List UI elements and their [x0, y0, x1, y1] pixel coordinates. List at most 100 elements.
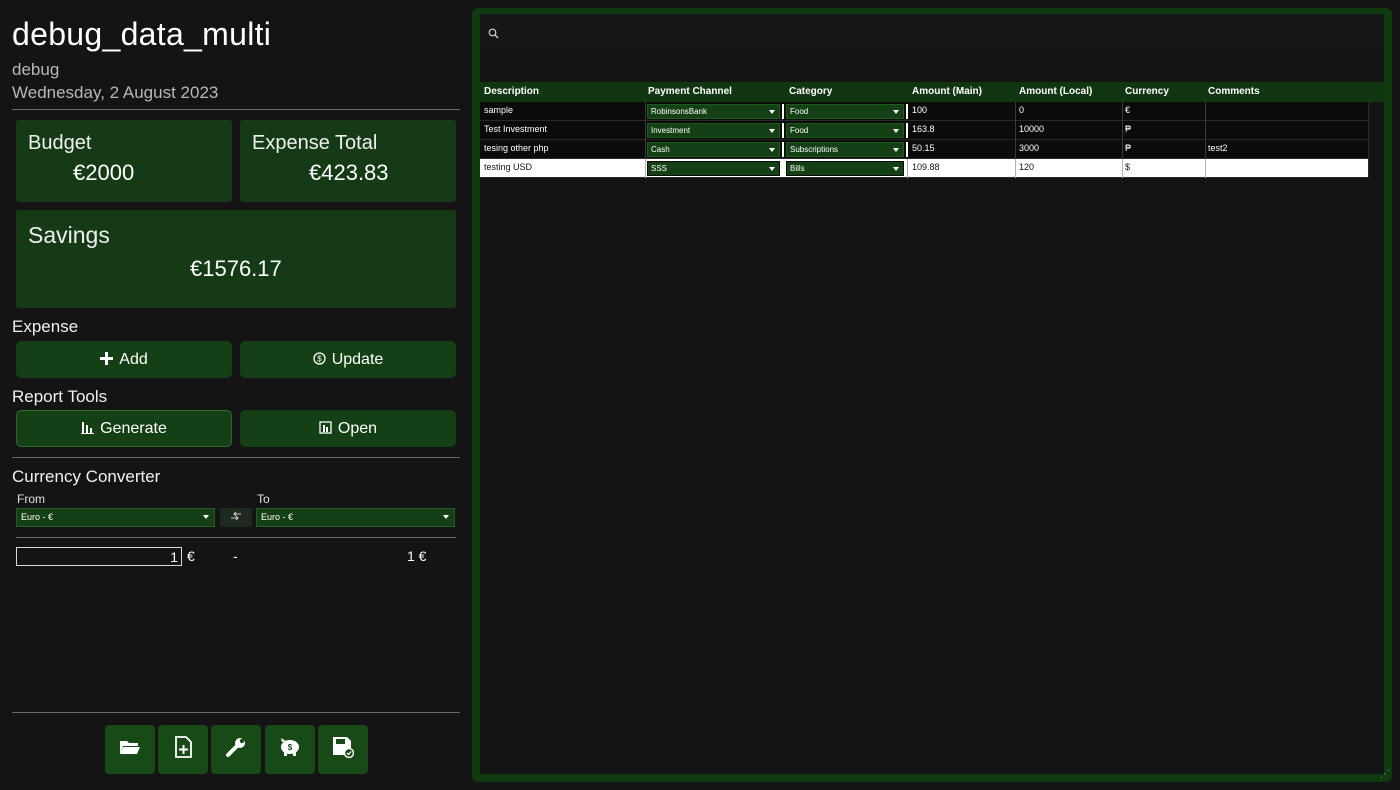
currency-cell[interactable]: € — [1125, 105, 1130, 115]
to-currency-select[interactable]: Euro - € — [256, 508, 455, 527]
open-report-button[interactable]: Open — [240, 410, 456, 447]
search-icon — [488, 26, 499, 44]
search-bar[interactable] — [480, 14, 1384, 54]
amount-main-cell[interactable]: 100 — [912, 105, 927, 115]
resize-grip-icon[interactable]: ⋰ — [1380, 769, 1390, 780]
amount-main-cell[interactable]: 50.15 — [912, 143, 935, 153]
generate-report-button[interactable]: Generate — [16, 410, 232, 447]
chevron-down-icon — [769, 129, 775, 133]
column-header-category[interactable]: Category — [789, 86, 832, 97]
column-header-amount-main[interactable]: Amount (Main) — [912, 86, 982, 97]
divider — [12, 457, 460, 458]
payment-channel-select[interactable]: Investment — [647, 123, 780, 138]
chevron-down-icon — [893, 129, 899, 133]
add-button-label: Add — [119, 350, 148, 368]
plus-icon — [100, 351, 114, 368]
amount-local-cell[interactable]: 3000 — [1019, 143, 1039, 153]
settings-button[interactable] — [211, 725, 261, 774]
save-button[interactable] — [318, 725, 368, 774]
divider — [12, 712, 460, 713]
dollar-circle-icon: $ — [313, 351, 326, 368]
chart-icon — [319, 420, 332, 437]
expenses-panel: Description Payment Channel Category Amo… — [472, 8, 1392, 782]
table-row[interactable]: Test Investment Investment Food 163.8 10… — [480, 121, 1368, 140]
open-button-label: Open — [337, 419, 378, 437]
payment-channel-value: Investment — [651, 126, 691, 135]
budget-value: €2000 — [73, 160, 135, 185]
from-label: From — [17, 492, 45, 506]
amount-local-cell[interactable]: 10000 — [1019, 124, 1044, 134]
amount-local-cell[interactable]: 0 — [1019, 105, 1024, 115]
savings-button[interactable]: $ — [265, 725, 315, 774]
divider — [12, 109, 460, 110]
table-header: Description Payment Channel Category Amo… — [480, 82, 1384, 102]
chart-icon — [81, 421, 95, 437]
column-header-payment-channel[interactable]: Payment Channel — [648, 86, 732, 97]
chevron-down-icon — [203, 515, 209, 519]
table-row[interactable]: tesing other php Cash Subscriptions 50.1… — [480, 140, 1368, 159]
left-panel: debug_data_multi debug Wednesday, 2 Augu… — [0, 0, 470, 790]
payment-channel-select[interactable]: RobinsonsBank — [647, 104, 780, 119]
svg-text:$: $ — [317, 354, 322, 363]
description-cell[interactable]: tesing other php — [484, 143, 549, 153]
amount-input[interactable] — [16, 547, 182, 566]
new-file-button[interactable] — [158, 725, 208, 774]
to-currency-value: Euro - € — [261, 512, 294, 522]
savings-value: €1576.17 — [190, 256, 282, 281]
comments-cell[interactable]: test2 — [1208, 143, 1228, 153]
add-expense-button[interactable]: Add — [16, 341, 232, 378]
amount-main-cell[interactable]: 109.88 — [912, 162, 940, 172]
chevron-down-icon — [443, 515, 449, 519]
category-value: Food — [790, 126, 809, 135]
input-currency-symbol: € — [187, 548, 195, 564]
chevron-down-icon — [893, 148, 899, 152]
amount-local-cell[interactable]: 120 — [1019, 162, 1034, 172]
save-icon — [332, 736, 355, 763]
payment-channel-select[interactable]: Cash — [647, 142, 780, 157]
from-currency-select[interactable]: Euro - € — [16, 508, 215, 527]
report-tools-label: Report Tools — [12, 387, 108, 406]
category-select[interactable]: Subscriptions — [786, 142, 904, 157]
expense-total-label: Expense Total — [252, 132, 378, 154]
category-value: Bills — [790, 164, 805, 173]
new-file-icon — [174, 736, 192, 763]
chevron-down-icon — [769, 167, 775, 171]
update-button-label: Update — [331, 350, 384, 368]
swap-icon — [230, 511, 242, 524]
current-date: Wednesday, 2 August 2023 — [12, 83, 219, 102]
amount-main-cell[interactable]: 163.8 — [912, 124, 935, 134]
open-file-button[interactable] — [105, 725, 155, 774]
column-header-amount-local[interactable]: Amount (Local) — [1019, 86, 1092, 97]
description-cell[interactable]: testing USD — [484, 162, 532, 172]
currency-converter-label: Currency Converter — [12, 467, 161, 486]
category-select[interactable]: Food — [786, 123, 904, 138]
expense-section-label: Expense — [12, 317, 79, 336]
column-header-description[interactable]: Description — [484, 86, 539, 97]
description-cell[interactable]: Test Investment — [484, 124, 547, 134]
chevron-down-icon — [769, 148, 775, 152]
currency-cell[interactable]: ₱ — [1125, 124, 1131, 134]
swap-currency-button[interactable] — [220, 508, 252, 527]
svg-text:$: $ — [288, 743, 293, 752]
column-header-comments[interactable]: Comments — [1208, 86, 1260, 97]
currency-cell[interactable]: $ — [1125, 162, 1130, 172]
generate-button-label: Generate — [100, 419, 167, 437]
budget-label: Budget — [28, 132, 92, 154]
column-header-currency[interactable]: Currency — [1125, 86, 1169, 97]
payment-channel-value: SSS — [651, 164, 668, 173]
description-cell[interactable]: sample — [484, 105, 513, 115]
folder-open-icon — [119, 738, 141, 761]
currency-cell[interactable]: ₱ — [1125, 143, 1131, 153]
table-row-selected[interactable]: testing USD SSS Bills 109.88 120 $ — [480, 159, 1368, 178]
update-expense-button[interactable]: $ Update — [240, 341, 456, 378]
payment-channel-select[interactable]: SSS — [647, 161, 780, 176]
grid-edge — [1368, 102, 1369, 178]
category-value: Food — [790, 107, 809, 116]
chevron-down-icon — [893, 110, 899, 114]
table-row[interactable]: sample RobinsonsBank Food 100 0 € — [480, 102, 1368, 121]
category-select[interactable]: Bills — [786, 161, 904, 176]
savings-label: Savings — [28, 222, 110, 248]
expenses-table-area: Description Payment Channel Category Amo… — [480, 14, 1384, 774]
payment-channel-value: Cash — [651, 145, 670, 154]
category-select[interactable]: Food — [786, 104, 904, 119]
